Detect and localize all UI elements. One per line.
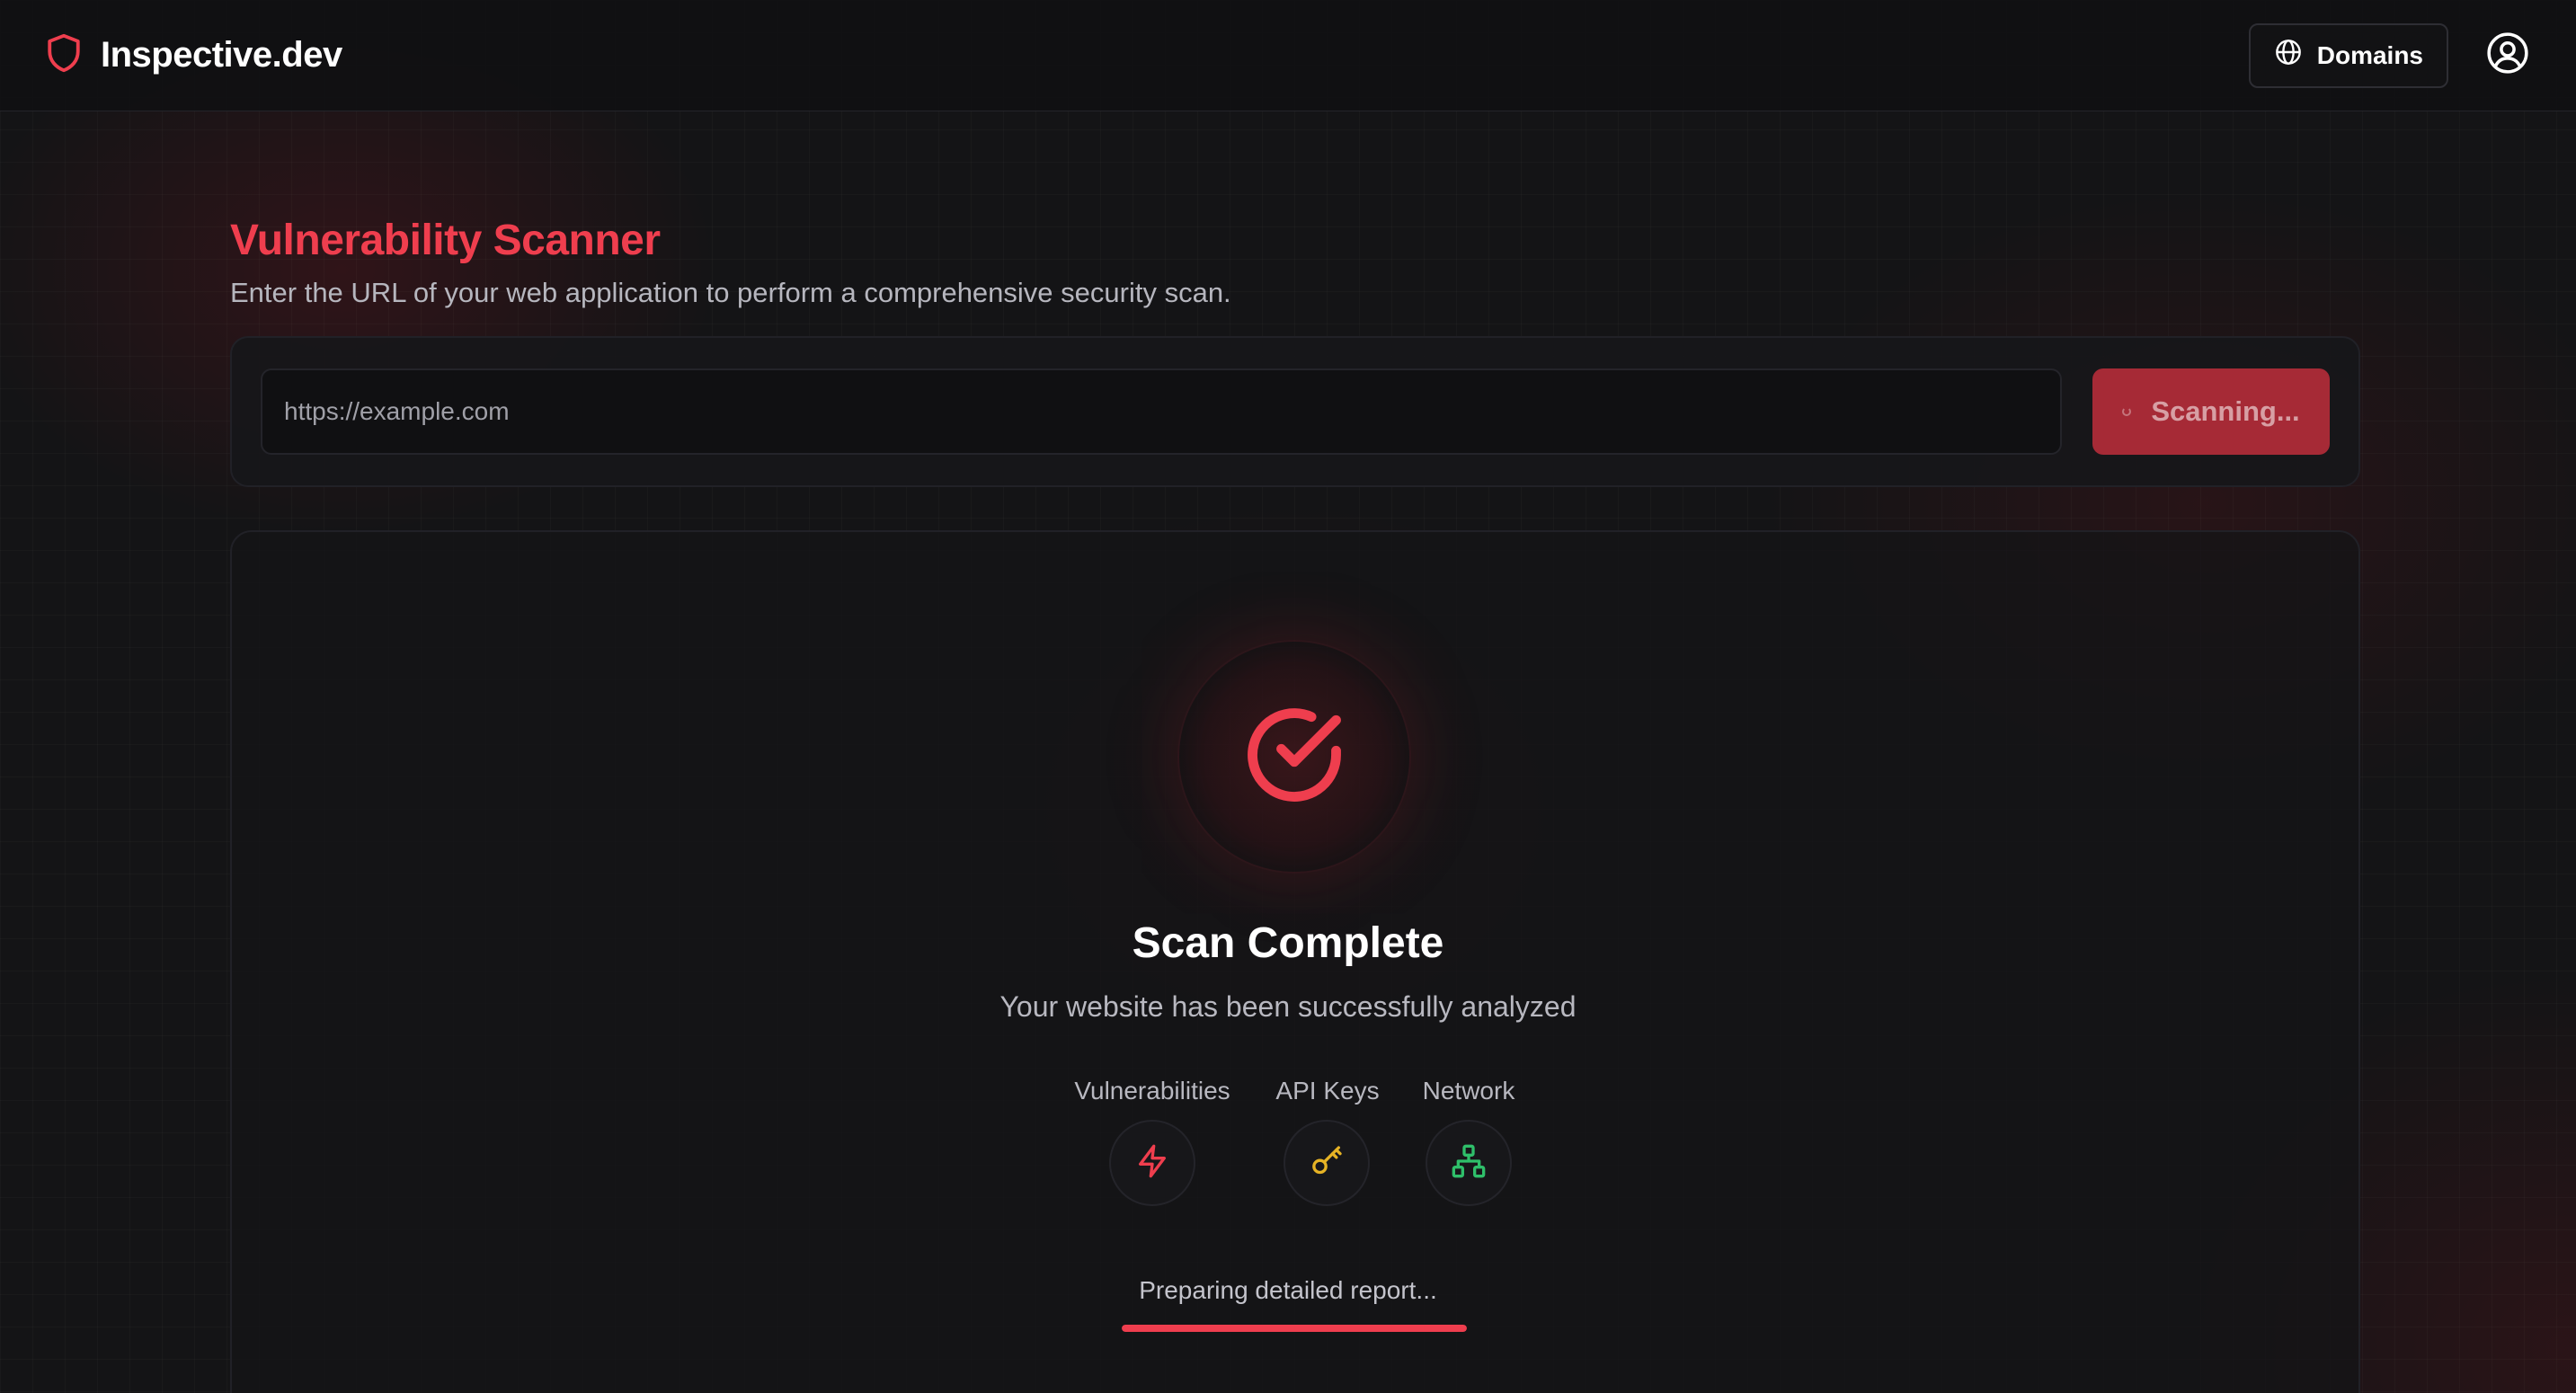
category-network bbox=[1426, 1120, 1512, 1206]
report-status: Preparing detailed report... bbox=[1139, 1276, 1437, 1304]
domains-button[interactable]: Domains bbox=[2248, 22, 2448, 88]
network-icon bbox=[1451, 1143, 1487, 1184]
page-subtitle: Enter the URL of your web application to… bbox=[230, 277, 1231, 308]
category-label-network: Network bbox=[1422, 1077, 1515, 1105]
scan-form: Scanning... bbox=[230, 336, 2360, 487]
brand-name: Inspective.dev bbox=[101, 35, 342, 75]
page-title: Vulnerability Scanner bbox=[230, 217, 661, 264]
user-circle-icon bbox=[2485, 31, 2530, 80]
category-label-api-keys: API Keys bbox=[1275, 1077, 1380, 1105]
key-icon bbox=[1309, 1143, 1345, 1184]
top-navbar: Inspective.dev Domains bbox=[0, 0, 2576, 111]
check-circle-icon bbox=[1239, 699, 1350, 815]
shield-icon bbox=[45, 32, 83, 78]
scan-button[interactable]: Scanning... bbox=[2092, 368, 2330, 455]
scan-complete-description: Your website has been successfully analy… bbox=[999, 990, 1577, 1023]
scan-button-label: Scanning... bbox=[2151, 395, 2300, 427]
report-progress-bar bbox=[1122, 1325, 1467, 1332]
globe-icon bbox=[2274, 38, 2303, 73]
scan-complete-badge bbox=[1177, 640, 1411, 874]
report-progress-fill bbox=[1122, 1325, 1467, 1332]
scan-complete-title: Scan Complete bbox=[1132, 919, 1444, 967]
user-menu-button[interactable] bbox=[2484, 32, 2531, 79]
loading-spinner-icon bbox=[2122, 407, 2132, 416]
category-label-vulnerabilities: Vulnerabilities bbox=[1074, 1077, 1230, 1105]
lightning-icon bbox=[1134, 1143, 1170, 1184]
brand[interactable]: Inspective.dev bbox=[45, 32, 342, 78]
url-input[interactable] bbox=[261, 368, 2062, 455]
category-api-keys bbox=[1284, 1120, 1370, 1206]
domains-label: Domains bbox=[2316, 40, 2423, 69]
category-vulnerabilities bbox=[1109, 1120, 1195, 1206]
